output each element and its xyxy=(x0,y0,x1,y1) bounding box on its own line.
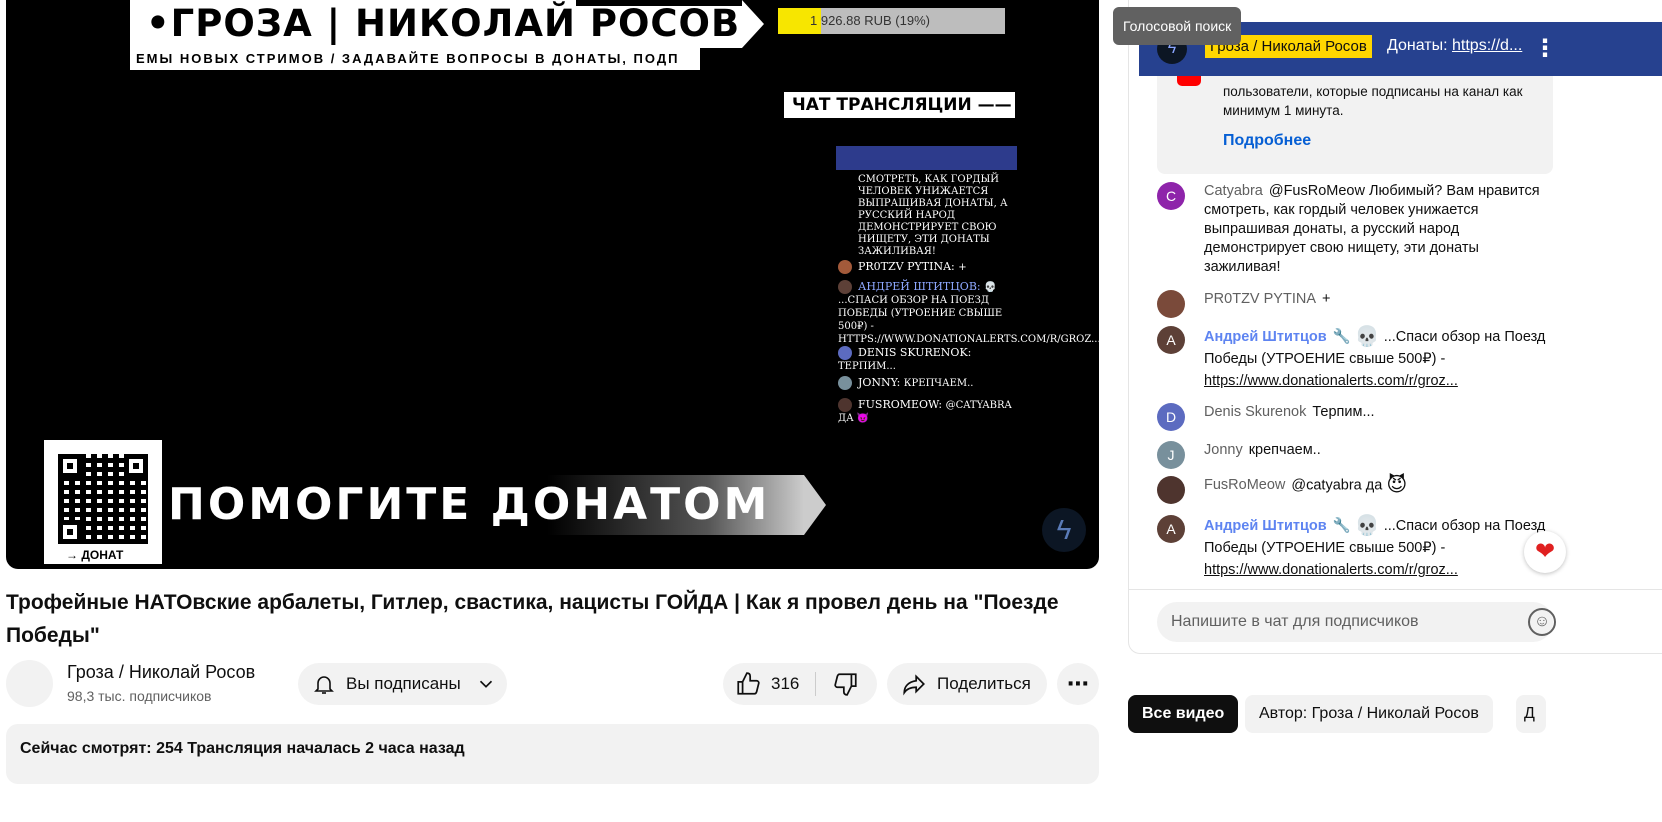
message-text: @catyabra да xyxy=(1291,477,1383,494)
more-vertical-icon[interactable]: ⋮ xyxy=(1533,34,1557,63)
channel-avatar[interactable] xyxy=(6,660,53,707)
emoji-picker-icon[interactable]: ☺ xyxy=(1528,608,1556,636)
avatar xyxy=(1157,290,1185,318)
subscribed-button[interactable]: Вы подписаны xyxy=(298,663,507,705)
avatar xyxy=(838,376,852,390)
chat-message[interactable]: PR0TZV PYTINA + xyxy=(1157,290,1557,318)
more-actions-button[interactable]: ⋯ xyxy=(1057,663,1099,705)
overlay-chat-first-message: смотреть, как гордый человек унижается в… xyxy=(858,174,1008,257)
avatar: A xyxy=(1157,326,1185,354)
overlay-title-arrow xyxy=(742,0,764,48)
chat-input[interactable]: Напишите в чат для подписчиков xyxy=(1157,602,1553,642)
avatar: J xyxy=(1157,441,1185,469)
pinned-link[interactable]: https://d... xyxy=(1452,37,1522,54)
chat-message[interactable]: FusRoMeow @catyabra да 😈 xyxy=(1157,474,1557,504)
chat-message[interactable]: J Jonny крепчаем.. xyxy=(1157,441,1557,469)
like-count: 316 xyxy=(771,674,800,693)
dislike-button[interactable] xyxy=(816,663,876,705)
wrench-icon: 🔧 xyxy=(1332,518,1351,534)
skull-icon: 💀 xyxy=(1354,326,1380,349)
avatar xyxy=(838,398,852,412)
avatar xyxy=(838,280,852,294)
overlay-chat-row: DENIS SKURENOK: Терпим... xyxy=(838,346,972,372)
more-horizontal-icon: ⋯ xyxy=(1067,671,1089,696)
avatar xyxy=(1157,476,1185,504)
overlay-chat-row: JONNY: крепчаем.. xyxy=(838,376,1028,390)
chip-partial[interactable]: Д xyxy=(1516,695,1546,733)
chip-author[interactable]: Автор: Гроза / Николай Росов xyxy=(1245,695,1493,733)
chevron-down-icon xyxy=(479,680,492,688)
message-author[interactable]: Catyabra xyxy=(1204,183,1263,199)
chat-divider xyxy=(1128,589,1662,590)
video-title: Трофейные НАТОвские арбалеты, Гитлер, св… xyxy=(6,591,1059,647)
message-author[interactable]: Jonny xyxy=(1204,442,1243,458)
donate-banner-arrow xyxy=(804,475,826,535)
chat-message[interactable]: A Андрей Штитцов 🔧 💀 ...Спаси обзор на По… xyxy=(1157,326,1557,392)
qr-caption: → ДОНАТ xyxy=(66,548,124,562)
avatar: D xyxy=(1157,403,1185,431)
subscribed-label: Вы подписаны xyxy=(346,674,461,693)
avatar: A xyxy=(1157,515,1185,543)
avatar xyxy=(838,260,852,274)
overlay-chat-row: FUSROMEOW: @catyabra да 😈 xyxy=(838,398,1012,424)
chat-message[interactable]: A Андрей Штитцов 🔧 💀 ...Спаси обзор на По… xyxy=(1157,515,1557,581)
overlay-chat-row: АНДРЕЙ ШТИТЦОВ: 💀 ...Спаси обзор на Поез… xyxy=(838,280,1099,345)
message-author[interactable]: Андрей Штитцов xyxy=(1204,329,1327,345)
donate-banner-text: ПОМОГИТЕ ДОНАТОМ xyxy=(168,479,771,530)
lightning-icon: ϟ xyxy=(1042,508,1086,552)
notice-text: пользователи, которые подписаны на канал… xyxy=(1223,84,1523,118)
donate-banner: ПОМОГИТЕ ДОНАТОМ xyxy=(162,475,804,535)
video-player[interactable]: •ГРОЗА | НИКОЛАЙ РОСОВ 1 926.88 RUB (19%… xyxy=(6,0,1099,569)
like-button[interactable]: 316 xyxy=(723,663,815,705)
overlay-chat-highlight xyxy=(836,146,1017,170)
message-author[interactable]: Андрей Штитцов xyxy=(1204,518,1327,534)
message-link[interactable]: https://www.donationalerts.com/r/groz... xyxy=(1204,373,1458,389)
chat-message[interactable]: D Denis Skurenok Терпим... xyxy=(1157,403,1557,431)
heart-reaction-button[interactable]: ❤ xyxy=(1524,531,1566,573)
learn-more-link[interactable]: Подробнее xyxy=(1223,132,1311,150)
pinned-text: Донаты: https://d... xyxy=(1387,37,1523,54)
share-label: Поделиться xyxy=(937,674,1031,693)
wrench-icon: 🔧 xyxy=(1332,329,1351,345)
share-icon xyxy=(903,674,925,696)
overlay-chat-label: ЧАТ ТРАНСЛЯЦИИ —— xyxy=(784,92,1015,118)
overlay-chat-row: PR0TZV PYTINA: + xyxy=(838,260,1028,274)
bell-icon xyxy=(314,676,334,694)
thumbs-up-icon xyxy=(737,672,760,695)
message-author[interactable]: FusRoMeow xyxy=(1204,477,1285,493)
avatar xyxy=(838,346,852,360)
message-text: + xyxy=(1322,291,1331,307)
message-text: крепчаем.. xyxy=(1248,442,1321,458)
overlay-title: •ГРОЗА | НИКОЛАЙ РОСОВ xyxy=(146,2,741,45)
ticker-text: ЕМЫ НОВЫХ СТРИМОВ / ЗАДАВАЙТЕ ВОПРОСЫ В … xyxy=(136,51,680,66)
donate-qr: → ДОНАТ xyxy=(44,440,162,564)
message-author[interactable]: PR0TZV PYTINA xyxy=(1204,291,1316,307)
message-text: Терпим... xyxy=(1312,404,1375,420)
avatar: C xyxy=(1157,182,1185,210)
overlay-chat: смотреть, как гордый человек унижается в… xyxy=(836,146,1099,436)
chip-all-videos[interactable]: Все видео xyxy=(1128,695,1239,733)
description-box[interactable]: Сейчас смотрят: 254 Трансляция началась … xyxy=(6,724,1099,784)
message-author[interactable]: Denis Skurenok xyxy=(1204,404,1306,420)
overlay-title-banner: •ГРОЗА | НИКОЛАЙ РОСОВ xyxy=(130,0,742,48)
share-button[interactable]: Поделиться xyxy=(887,663,1047,705)
heart-icon: ❤ xyxy=(1534,538,1556,565)
skull-icon: 💀 xyxy=(1354,515,1380,538)
donation-progress-text: 1 926.88 RUB (19%) xyxy=(810,13,930,28)
subscriber-count: 98,3 тыс. подписчиков xyxy=(67,688,212,704)
donation-progress-bar: 1 926.88 RUB (19%) xyxy=(778,8,1005,34)
overlay-ticker: ЕМЫ НОВЫХ СТРИМОВ / ЗАДАВАЙТЕ ВОПРОСЫ В … xyxy=(130,48,700,70)
thumbs-down-icon xyxy=(834,673,857,696)
description-stats: Сейчас смотрят: 254 Трансляция началась … xyxy=(20,740,465,757)
voice-search-tooltip: Голосовой поиск xyxy=(1113,7,1242,45)
overlay-subscribe-tag xyxy=(576,0,746,6)
like-dislike-group: 316 xyxy=(723,663,877,705)
message-link[interactable]: https://www.donationalerts.com/r/groz... xyxy=(1204,562,1458,578)
chat-message[interactable]: C Catyabra @FusRoMeow Любимый? Вам нравит… xyxy=(1157,182,1557,277)
channel-name[interactable]: Гроза / Николай Росов xyxy=(67,662,255,683)
devil-emoji-icon: 😈 xyxy=(1386,474,1408,496)
